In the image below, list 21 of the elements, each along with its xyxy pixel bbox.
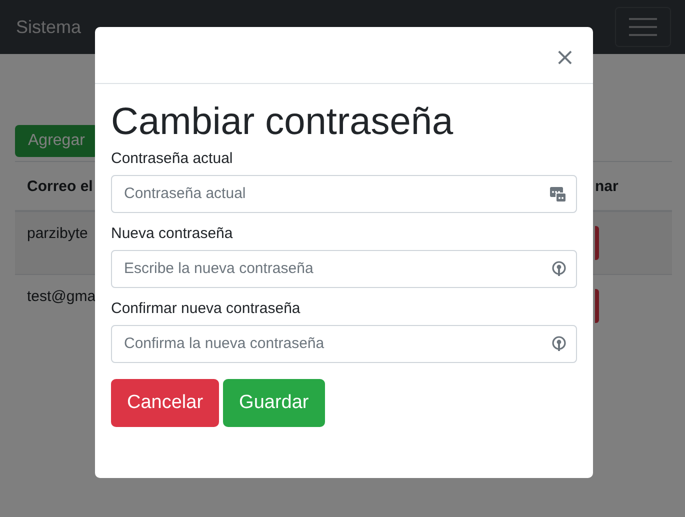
- password-field[interactable]: Confirma la nueva contraseña: [111, 324, 577, 363]
- column-header: Correo el: [27, 178, 93, 194]
- table-cell-text: test@gma: [27, 287, 96, 305]
- field-label: Contraseña actual: [111, 150, 234, 167]
- add-button[interactable]: Agregar: [15, 125, 98, 157]
- password-field[interactable]: Escribe la nueva contraseña: [111, 250, 577, 288]
- delete-button[interactable]: [595, 289, 599, 323]
- password-field[interactable]: Contraseña actual: [111, 174, 577, 213]
- modal-title: Cambiar contraseña: [111, 102, 454, 144]
- save-button[interactable]: Guardar: [223, 378, 325, 427]
- table-cell-text: parzibyte: [27, 224, 88, 242]
- close-button[interactable]: ×: [552, 45, 577, 69]
- delete-button[interactable]: [595, 226, 599, 260]
- keypad-icon[interactable]: [550, 186, 566, 202]
- key-circle-icon[interactable]: [552, 336, 566, 352]
- key-circle-icon[interactable]: [552, 260, 566, 277]
- column-header: nar: [595, 178, 620, 194]
- cancel-button[interactable]: Cancelar: [111, 378, 220, 427]
- brand-title[interactable]: Sistema: [16, 16, 82, 38]
- field-label: Nueva contraseña: [111, 224, 234, 242]
- field-label: Confirmar nueva contraseña: [111, 300, 302, 317]
